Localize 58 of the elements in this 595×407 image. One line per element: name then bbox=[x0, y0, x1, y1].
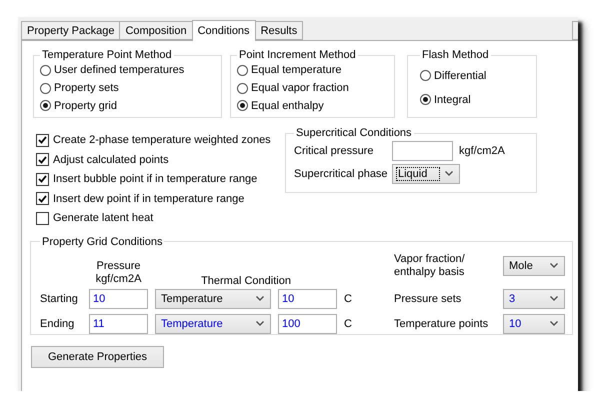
radio-option[interactable]: Property sets bbox=[40, 80, 215, 96]
dropdown[interactable]: Mole bbox=[503, 256, 565, 276]
chevron-down-icon bbox=[256, 296, 264, 301]
checkbox[interactable] bbox=[36, 134, 49, 147]
field-label: Vapor fraction/ enthalpy basis bbox=[394, 252, 466, 278]
checkbox-option[interactable]: Create 2-phase temperature weighted zones bbox=[36, 132, 285, 148]
radio-option[interactable]: Property grid bbox=[40, 98, 215, 114]
checkbox[interactable] bbox=[36, 172, 49, 186]
column-header: Pressure bbox=[96, 260, 141, 272]
checkbox-option[interactable]: Insert bubble point if in temperature range bbox=[36, 171, 285, 188]
radio-option[interactable]: Equal temperature bbox=[237, 63, 388, 78]
field-label: Pressure sets bbox=[394, 292, 462, 304]
checkbox-option[interactable]: Generate latent heat bbox=[36, 210, 285, 226]
tab[interactable]: Composition bbox=[119, 21, 193, 40]
field-label: Supercritical phase bbox=[294, 168, 389, 180]
radio-option[interactable]: Equal vapor fraction bbox=[237, 80, 388, 96]
row-label: Ending bbox=[40, 318, 76, 330]
dropdown[interactable]: Temperature bbox=[155, 314, 271, 334]
tab[interactable]: Results bbox=[254, 21, 304, 40]
group-title: Flash Method bbox=[422, 49, 489, 61]
dropdown[interactable]: 3 bbox=[503, 288, 565, 308]
field-label: Temperature points bbox=[394, 318, 490, 330]
checkbox-option[interactable]: Insert dew point if in temperature range bbox=[36, 190, 285, 207]
unit-label: kgf/cm2A bbox=[459, 144, 505, 156]
checkbox[interactable] bbox=[36, 192, 49, 206]
tab[interactable]: Conditions bbox=[192, 20, 256, 41]
group-title: Property Grid Conditions bbox=[42, 236, 162, 248]
chevron-down-icon bbox=[445, 171, 453, 176]
chevron-down-icon bbox=[550, 321, 558, 326]
field-label: Critical pressure bbox=[294, 144, 374, 156]
pressure-field[interactable]: 10 bbox=[89, 288, 148, 308]
dropdown[interactable]: Liquid bbox=[392, 164, 460, 184]
chevron-down-icon bbox=[550, 263, 558, 268]
tab[interactable]: Property Package bbox=[21, 21, 120, 40]
unit-label: C bbox=[344, 318, 353, 330]
group-title: Temperature Point Method bbox=[42, 49, 172, 61]
checkbox[interactable] bbox=[36, 212, 49, 225]
radio-option[interactable]: Differential bbox=[420, 67, 524, 84]
radio-option[interactable]: Integral bbox=[420, 91, 524, 108]
chevron-down-icon bbox=[550, 296, 558, 301]
generate-properties-button[interactable]: Generate Properties bbox=[31, 346, 164, 368]
chevron-down-icon bbox=[256, 321, 264, 326]
radio-option[interactable]: Equal enthalpy bbox=[237, 98, 388, 114]
dropdown[interactable]: Temperature bbox=[155, 288, 271, 308]
temperature-field[interactable]: 10 bbox=[278, 288, 337, 308]
column-header: kgf/cm2A bbox=[96, 272, 142, 284]
pressure-field[interactable]: 11 bbox=[89, 314, 148, 334]
row-label: Starting bbox=[40, 292, 79, 304]
checkbox[interactable] bbox=[36, 153, 49, 166]
temperature-field[interactable]: 100 bbox=[278, 314, 337, 334]
unit-label: C bbox=[344, 292, 353, 304]
checkbox-option[interactable]: Adjust calculated points bbox=[36, 152, 285, 168]
group-title: Point Increment Method bbox=[239, 49, 356, 61]
dropdown[interactable]: 10 bbox=[503, 314, 565, 334]
critical-pressure-field[interactable] bbox=[392, 140, 453, 160]
radio-option[interactable]: User defined temperatures bbox=[40, 63, 215, 78]
column-header: Thermal Condition bbox=[201, 274, 291, 286]
group-title: Supercritical Conditions bbox=[296, 127, 412, 139]
